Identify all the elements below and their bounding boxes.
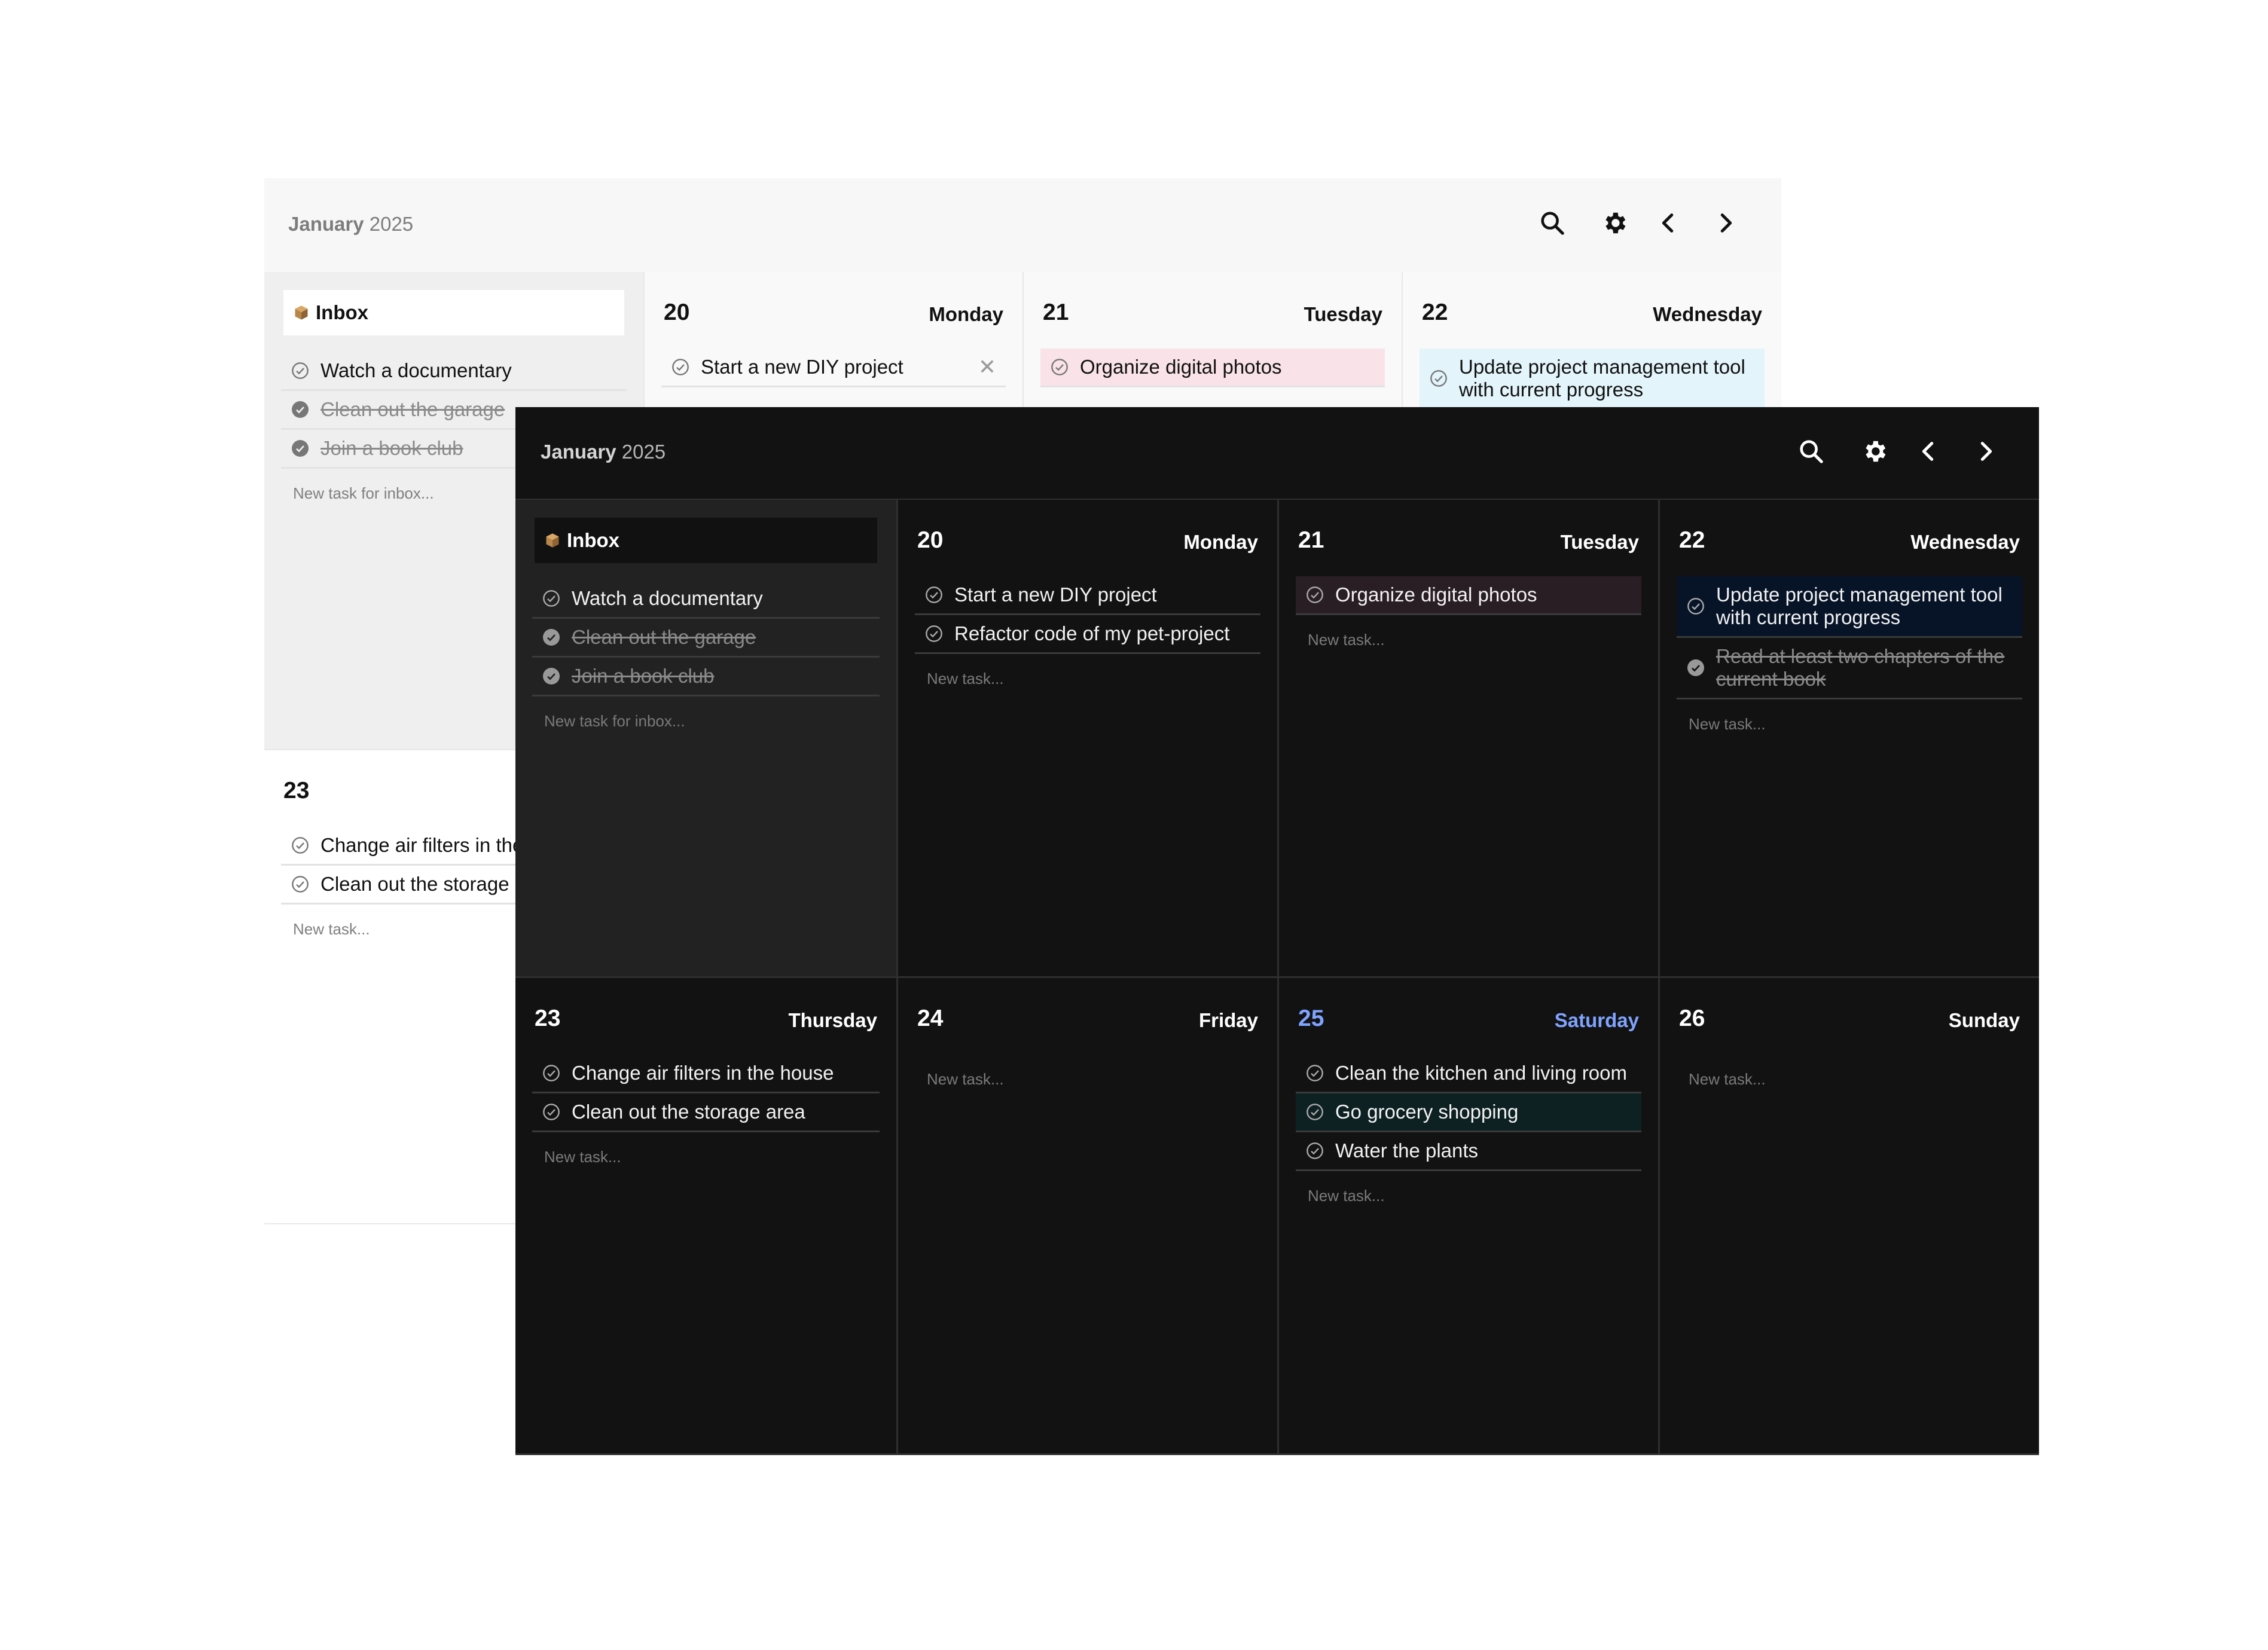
day-cell-22: 22 Wednesday Update project management to… [1658,500,2039,978]
box-icon [295,305,308,320]
day-cell-26: 26 Sunday New task... [1658,978,2039,1455]
check-circle-icon[interactable] [1305,1141,1324,1160]
chevron-right-icon[interactable] [1968,433,2004,469]
check-circle-icon[interactable] [291,400,310,419]
chevron-left-icon[interactable] [1650,205,1686,241]
task-item[interactable]: Start a new DIY project ✕ [661,349,1006,387]
task-item[interactable]: Organize digital photos [1040,349,1385,387]
calendar-header: January 2025 [515,407,2039,500]
delete-task-icon[interactable]: ✕ [978,356,996,378]
new-task-input[interactable]: New task... [1296,615,1641,665]
check-circle-icon[interactable] [291,361,310,380]
task-item[interactable]: Change air filters in the house [532,1055,880,1093]
task-item[interactable]: Water the plants [1296,1132,1641,1171]
check-circle-icon[interactable] [1305,585,1324,604]
task-item[interactable]: Watch a documentary [532,580,880,619]
new-task-input[interactable]: New task... [532,1132,880,1182]
check-circle-icon[interactable] [542,628,561,647]
day-name: Friday [1198,1009,1258,1031]
day-name: Sunday [1948,1009,2020,1031]
day-cell-21: 21 Tuesday Organize digital photos New ta… [1277,500,1658,978]
chevron-right-icon[interactable] [1708,205,1744,241]
check-circle-icon[interactable] [1686,597,1705,616]
day-cell-25-today: 25 Saturday Clean the kitchen and living … [1277,978,1658,1455]
task-item[interactable]: Join a book club [532,658,880,696]
task-item[interactable]: Start a new DIY project [915,576,1260,615]
task-item[interactable]: Clean the kitchen and living room [1296,1055,1641,1093]
task-item[interactable]: Update project management tool with curr… [1420,349,1765,410]
check-circle-icon[interactable] [542,589,561,608]
month-label: January 2025 [541,441,666,463]
day-cell-24: 24 Friday New task... [896,978,1277,1455]
day-cell-23: 23 Thursday Change air filters in the hou… [515,978,896,1455]
check-circle-icon[interactable] [924,585,944,604]
day-number: 26 [1679,1006,1705,1031]
task-item[interactable]: Watch a documentary [281,352,627,391]
month-label: January 2025 [288,213,414,235]
task-item[interactable]: Go grocery shopping [1296,1093,1641,1132]
day-number: 24 [917,1006,944,1031]
new-task-input[interactable]: New task... [1296,1171,1641,1221]
new-task-input[interactable]: New task... [1677,1055,2022,1104]
day-number: 21 [1043,300,1069,325]
day-number: 20 [664,300,690,325]
check-circle-icon[interactable] [924,624,944,643]
check-circle-icon[interactable] [542,1102,561,1122]
calendar-header: January 2025 [264,178,1781,272]
day-name: Saturday [1554,1009,1639,1031]
check-circle-icon[interactable] [1686,658,1705,677]
day-name: Tuesday [1304,303,1382,325]
check-circle-icon[interactable] [291,439,310,458]
new-task-input[interactable]: New task... [915,654,1260,704]
check-circle-icon[interactable] [671,358,690,377]
task-item[interactable]: Organize digital photos [1296,576,1641,615]
task-item[interactable]: Clean out the storage area [532,1093,880,1132]
calendar-grid: Inbox Watch a documentary Clean out the … [515,500,2039,1455]
day-name: Wednesday [1653,303,1762,325]
box-icon [546,533,559,548]
inbox-title: Inbox [535,518,877,563]
gear-icon[interactable] [1597,205,1632,241]
inbox-title: Inbox [283,290,624,335]
check-circle-icon[interactable] [542,1064,561,1083]
day-name: Monday [929,303,1003,325]
day-number: 21 [1298,527,1324,553]
check-circle-icon[interactable] [1305,1102,1324,1122]
task-item[interactable]: Read at least two chapters of the curren… [1677,638,2022,699]
check-circle-icon[interactable] [291,875,310,894]
day-cell-20: 20 Monday Start a new DIY project Refacto… [896,500,1277,978]
search-icon[interactable] [1534,205,1570,241]
gear-icon[interactable] [1857,433,1892,469]
task-item[interactable]: Refactor code of my pet-project [915,615,1260,654]
dark-theme-window: January 2025 Inbox Watch a documentary C… [515,407,2039,1455]
new-task-input[interactable]: New task... [915,1055,1260,1104]
day-name: Tuesday [1560,531,1639,553]
day-name: Wednesday [1910,531,2020,553]
day-number: 22 [1422,300,1448,325]
task-item[interactable]: Update project management tool with curr… [1677,576,2022,638]
day-number: 20 [917,527,944,553]
day-name: Thursday [788,1009,877,1031]
new-task-input[interactable]: New task for inbox... [532,696,880,746]
check-circle-icon[interactable] [1429,369,1448,388]
day-number: 22 [1679,527,1705,553]
new-task-input[interactable]: New task... [1677,699,2022,749]
day-number: 23 [535,1006,561,1031]
day-name: Monday [1183,531,1258,553]
check-circle-icon[interactable] [291,836,310,855]
check-circle-icon[interactable] [1305,1064,1324,1083]
check-circle-icon[interactable] [542,667,561,686]
day-number: 23 [283,778,310,803]
task-item[interactable]: Clean out the garage [532,619,880,658]
search-icon[interactable] [1793,433,1829,469]
check-circle-icon[interactable] [1050,358,1069,377]
chevron-left-icon[interactable] [1910,433,1946,469]
inbox-column: Inbox Watch a documentary Clean out the … [515,500,896,978]
day-number: 25 [1298,1006,1324,1031]
